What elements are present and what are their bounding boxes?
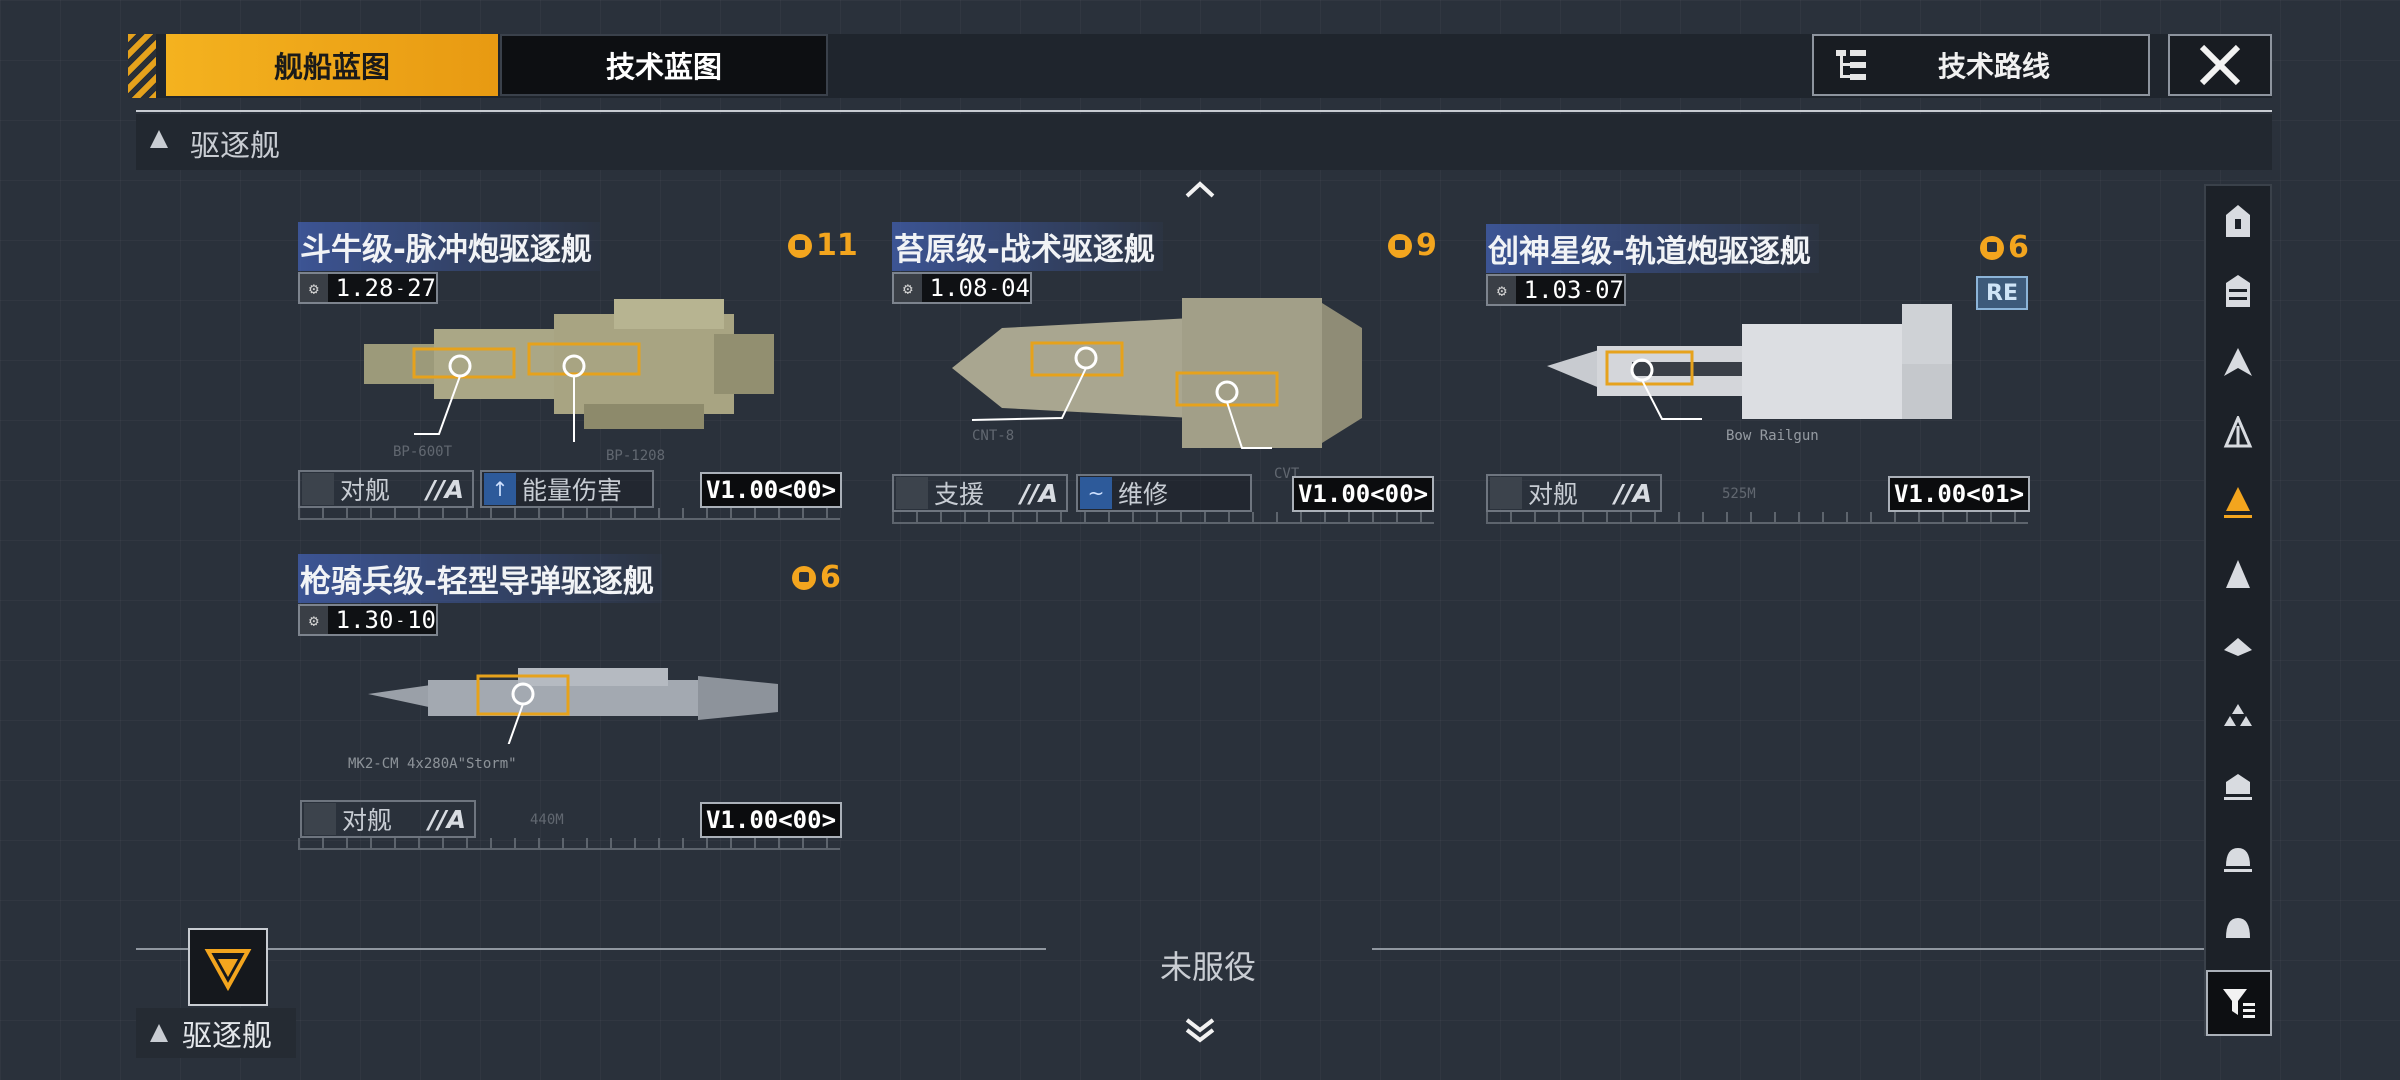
scale-ruler — [298, 838, 840, 850]
version-box: ⚙ 1.03-07 — [1486, 274, 1626, 306]
scroll-up-icon[interactable] — [1183, 174, 1217, 208]
ship-type-icon: ⚙ — [1488, 276, 1516, 304]
length-label: 525M — [1722, 486, 1756, 502]
role-box: 对舰//A — [1486, 474, 1662, 512]
weapon-label: BP-600T — [393, 444, 453, 460]
swarm-icon[interactable] — [2216, 694, 2260, 738]
blueprint-count: 6 — [1980, 230, 2029, 265]
ship-image — [1547, 304, 1952, 420]
scale-ruler — [892, 512, 1434, 524]
ship-name: 创神星级-轨道炮驱逐舰 — [1486, 224, 1819, 273]
status-divider-left — [136, 948, 1046, 950]
version-tag: V1.00<00> — [700, 472, 842, 508]
version-tag: V1.00<00> — [700, 802, 842, 838]
base-icon[interactable] — [2216, 904, 2260, 948]
weapon-label: CNT-8 — [972, 428, 1015, 444]
ship-type-icon: ⚙ — [894, 274, 922, 302]
status-label: 未服役 — [1160, 948, 1257, 986]
blueprint-count: 6 — [792, 560, 841, 595]
scroll-down-icon[interactable] — [1183, 1012, 1217, 1046]
ship-card-lancer[interactable]: 枪骑兵级-轻型导弹驱逐舰 6 ⚙ 1.30-10 MK2-CM 4x280A"St… — [298, 554, 843, 854]
tech-route-button[interactable]: 技术路线 — [1812, 34, 2150, 96]
ship-name: 苔原级-战术驱逐舰 — [892, 222, 1163, 271]
section-header — [136, 114, 2272, 170]
corvette-icon[interactable] — [2216, 552, 2260, 596]
tech-route-label: 技术路线 — [1938, 50, 2051, 83]
ship-card-ceres[interactable]: 创神星级-轨道炮驱逐舰 6 ⚙ 1.03-07 RE Bow Railgun 对舰… — [1486, 224, 2031, 524]
ship-type-icon: ⚙ — [300, 606, 328, 634]
cruiser-icon[interactable] — [2216, 340, 2260, 384]
section-title: 驱逐舰 — [190, 129, 280, 164]
destroyer-class-icon — [150, 130, 168, 148]
skill-box: ↑ 能量伤害 — [480, 470, 654, 508]
carrier-icon[interactable] — [2216, 198, 2260, 242]
close-button[interactable] — [2168, 34, 2272, 96]
scale-ruler — [298, 508, 840, 520]
aux-icon[interactable] — [2216, 622, 2260, 666]
ship-name: 斗牛级-脉冲炮驱逐舰 — [298, 222, 600, 271]
top-divider — [136, 110, 2272, 112]
status-divider-right — [1372, 948, 2204, 950]
re-badge: RE — [1976, 276, 2028, 310]
category-label: 驱逐舰 — [136, 1008, 296, 1058]
blueprint-count: 11 — [788, 228, 858, 263]
energy-icon: ↑ — [484, 473, 516, 505]
destroyer-emblem-icon — [204, 949, 252, 991]
blueprint-icon — [1980, 235, 2004, 260]
role-box: 对舰//A — [300, 800, 476, 838]
ship-card-tundra[interactable]: 苔原级-战术驱逐舰 9 ⚙ 1.08-04 CNT-8 CVT 支援//A ~ 维修… — [892, 222, 1437, 524]
anti-ship-icon — [304, 803, 336, 835]
ship-name: 枪骑兵级-轻型导弹驱逐舰 — [298, 554, 662, 603]
blueprint-icon — [788, 233, 812, 258]
blueprint-icon — [792, 565, 816, 590]
weapon-label: MK2-CM 4x280A"Storm" — [348, 756, 517, 772]
version-tag: V1.00<00> — [1292, 476, 1434, 512]
skill-box: ~ 维修 — [1076, 474, 1252, 512]
ship-image — [364, 299, 774, 442]
filter-button[interactable] — [2206, 970, 2272, 1036]
hazard-stripe — [128, 34, 156, 98]
battleship-icon[interactable] — [2216, 268, 2260, 312]
version-box: ⚙ 1.30-10 — [298, 604, 438, 636]
destroyer-class-icon — [150, 1024, 168, 1042]
version-tag: V1.00<01> — [1888, 476, 2030, 512]
close-icon — [2199, 44, 2241, 86]
role-box: 支援//A — [892, 474, 1068, 512]
anti-ship-icon — [302, 473, 334, 505]
station-icon[interactable] — [2216, 764, 2260, 808]
filter-icon — [2223, 989, 2255, 1018]
tree-list-icon — [1836, 50, 1866, 86]
role-box: 对舰//A — [298, 470, 474, 508]
support-icon — [896, 477, 928, 509]
length-label: 440M — [530, 812, 564, 828]
ship-type-icon: ⚙ — [300, 274, 328, 302]
ship-image — [368, 668, 778, 744]
ship-card-bull[interactable]: 斗牛级-脉冲炮驱逐舰 11 ⚙ 1.28-27 BP-600T BP-1208 对… — [298, 222, 858, 522]
tab-tech-blueprint[interactable]: 技术蓝图 — [500, 34, 828, 96]
dock-icon[interactable] — [2216, 836, 2260, 880]
destroyer-emblem[interactable] — [188, 928, 268, 1006]
blueprint-icon — [1388, 233, 1412, 258]
blueprint-count: 9 — [1388, 228, 1437, 263]
weapon-label: BP-1208 — [606, 448, 666, 464]
tab-ship-blueprint[interactable]: 舰船蓝图 — [166, 34, 498, 96]
scale-ruler — [1486, 512, 2028, 524]
repair-icon: ~ — [1080, 477, 1112, 509]
weapon-label: Bow Railgun — [1726, 428, 1819, 444]
anti-ship-icon — [1490, 477, 1522, 509]
frigate-icon[interactable] — [2216, 410, 2260, 454]
destroyer-icon[interactable] — [2216, 480, 2260, 524]
